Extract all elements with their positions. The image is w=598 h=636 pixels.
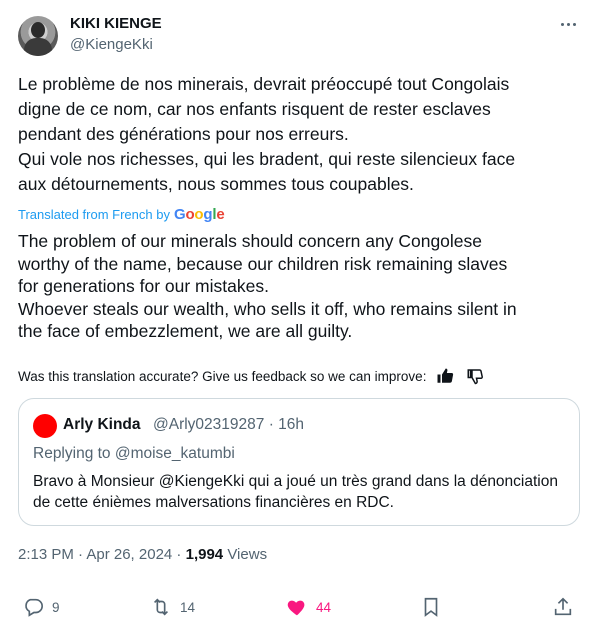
bookmark-button[interactable] [420, 596, 442, 618]
like-count: 44 [316, 599, 332, 615]
translation-line: Whoever steals our wealth, who sells it … [18, 298, 517, 319]
quoted-author-avatar[interactable] [33, 414, 57, 438]
bookmark-icon [424, 597, 438, 617]
author-name[interactable]: KIKI KIENGE [70, 15, 162, 32]
reply-button[interactable]: 9 [22, 596, 60, 618]
repost-button[interactable]: 14 [150, 596, 195, 618]
quoted-author-meta: @Arly02319287 · 16h [153, 416, 305, 433]
views-count: 1,994 [185, 546, 224, 563]
repost-icon [153, 598, 169, 616]
heart-icon [287, 600, 305, 616]
translated-from-label: Translated from French by [18, 207, 170, 222]
tweet-timestamp: 2:13 PM · Apr 26, 2024 · 1,994 Views [18, 546, 267, 563]
original-line: digne de ce nom, car nos enfants risquen… [18, 99, 491, 119]
quoted-author-name[interactable]: Arly Kinda [63, 416, 141, 434]
author-avatar[interactable] [18, 16, 58, 56]
translation-attribution[interactable]: Translated from French by Google [18, 206, 225, 223]
original-line: Le problème de nos minerais, devrait pré… [18, 74, 510, 94]
more-options-icon[interactable] [556, 14, 580, 34]
translation-feedback: Was this translation accurate? Give us f… [18, 367, 484, 385]
tweet-actions: 9 14 44 [18, 596, 578, 624]
repost-count: 14 [180, 599, 196, 615]
like-button[interactable]: 44 [286, 596, 331, 618]
translation-line: The problem of our minerals should conce… [18, 231, 483, 251]
google-logo: Google [173, 206, 225, 223]
translation-line: worthy of the name, because our children… [18, 253, 508, 274]
translation-line: for generations for our mistakes. [18, 276, 269, 296]
tweet-translation-text: The problem of our minerals should conce… [18, 230, 584, 343]
quoted-tweet-text: Bravo à Monsieur @KiengeKki qui a joué u… [33, 473, 558, 511]
translation-line: the face of embezzlement, we are all gui… [18, 321, 353, 341]
thumbs-down-icon[interactable] [466, 367, 484, 385]
share-button[interactable] [552, 596, 574, 618]
feedback-prompt: Was this translation accurate? Give us f… [18, 368, 427, 384]
quoted-replying-to: Replying to @moise_katumbi [33, 445, 235, 462]
tweet-header: KIKI KIENGE @KiengeKki [18, 14, 582, 58]
timestamp-time[interactable]: 2:13 PM · Apr 26, 2024 · [18, 546, 181, 563]
views-label: Views [227, 546, 268, 563]
reply-count: 9 [52, 599, 60, 615]
author-handle[interactable]: @KiengeKki [70, 36, 153, 53]
quoted-tweet[interactable]: Arly Kinda @Arly02319287 · 16h Replying … [18, 398, 580, 526]
tweet-original-text: Le problème de nos minerais, devrait pré… [18, 72, 578, 197]
share-icon [554, 597, 572, 616]
thumbs-up-icon[interactable] [436, 367, 454, 385]
original-line: pendant des générations pour nos erreurs… [18, 124, 349, 144]
original-line: Qui vole nos richesses, qui les bradent,… [18, 149, 516, 169]
original-line: aux détournements, nous sommes tous coup… [18, 174, 414, 194]
reply-icon [25, 598, 43, 617]
